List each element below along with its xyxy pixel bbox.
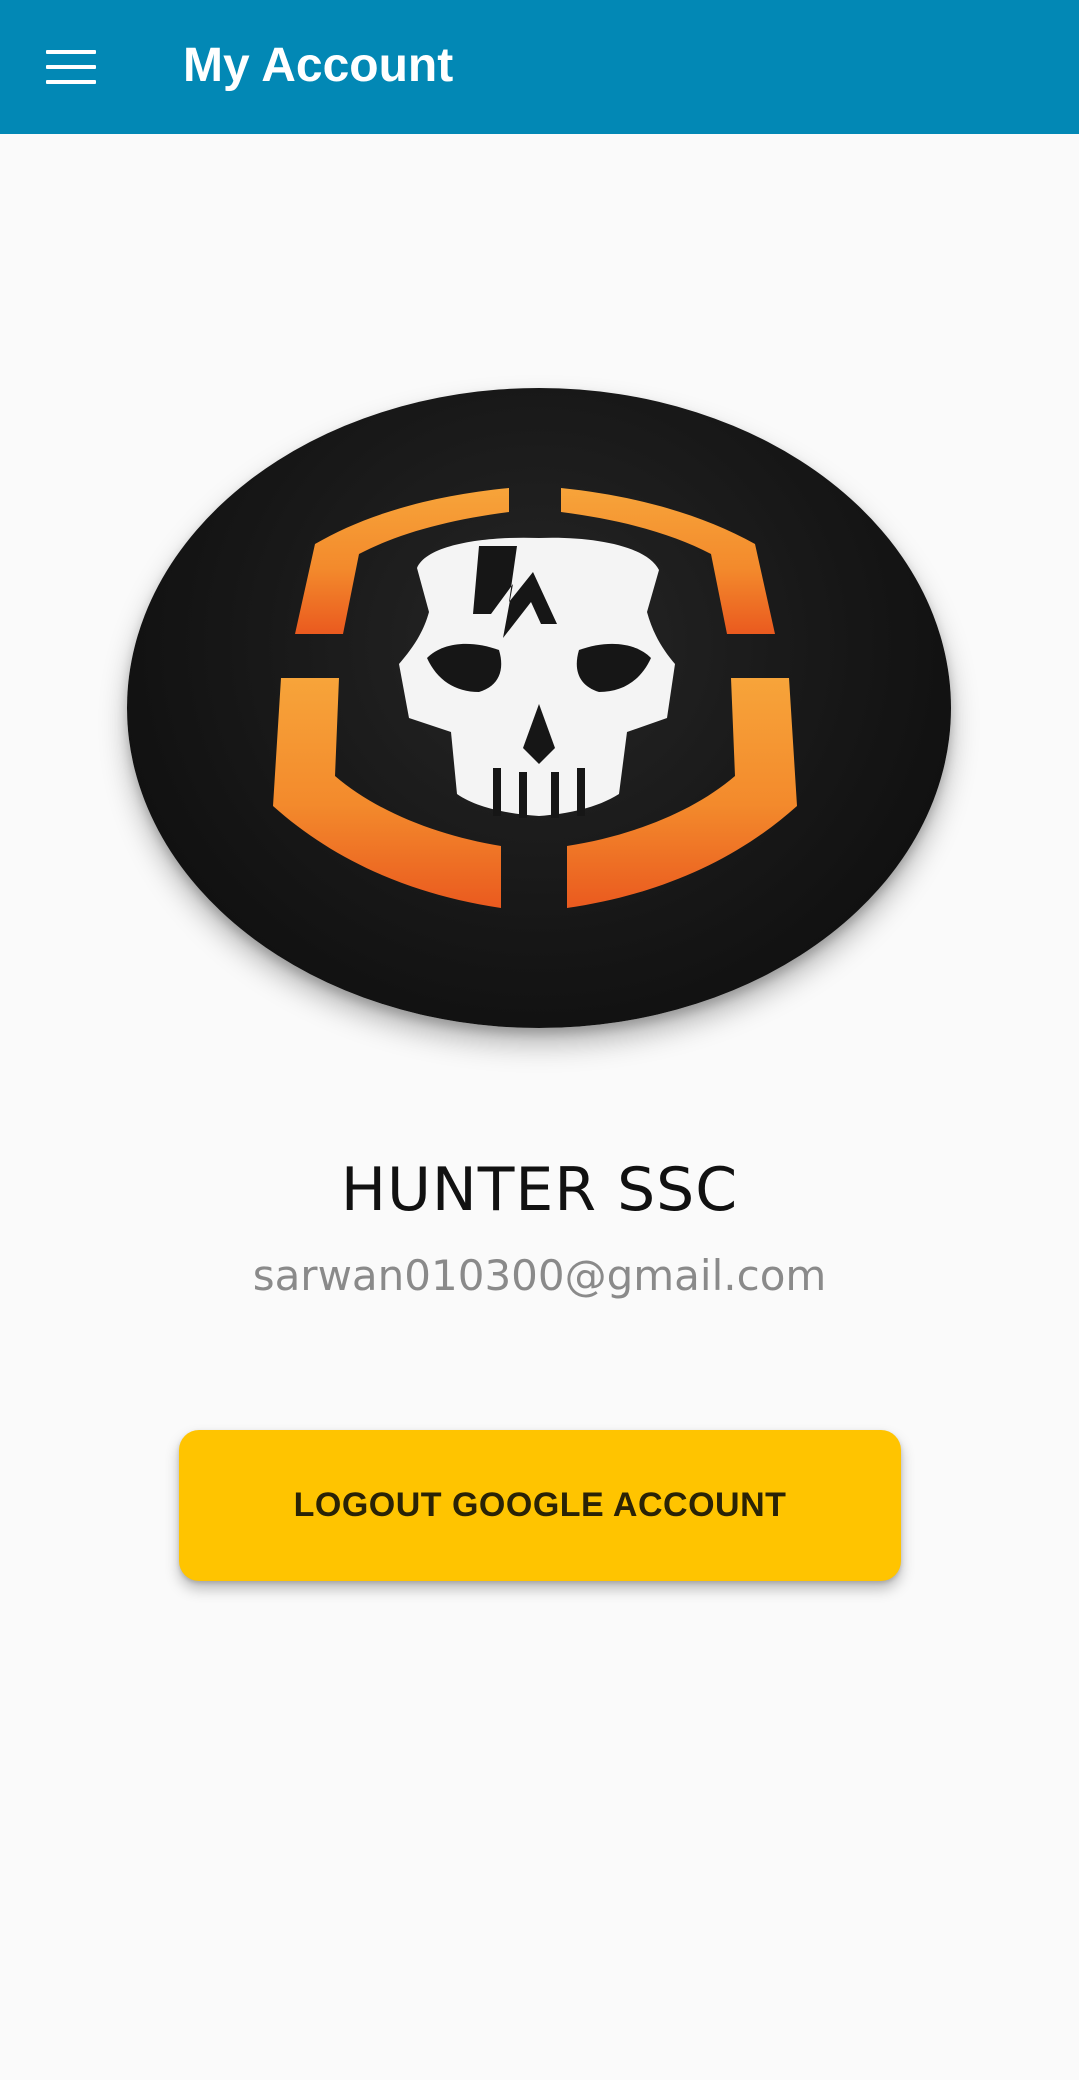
user-name: HUNTER SSC <box>340 1155 739 1225</box>
avatar <box>127 388 951 1028</box>
logout-google-account-button[interactable]: LOGOUT GOOGLE ACCOUNT <box>179 1430 901 1581</box>
skull-shield-logo-icon <box>273 488 797 908</box>
hamburger-menu-icon <box>46 50 96 84</box>
menu-button[interactable] <box>28 28 114 106</box>
page-title: My Account <box>183 39 454 92</box>
app-bar: My Account <box>0 0 1079 134</box>
user-email: sarwan010300@gmail.com <box>252 1251 827 1300</box>
